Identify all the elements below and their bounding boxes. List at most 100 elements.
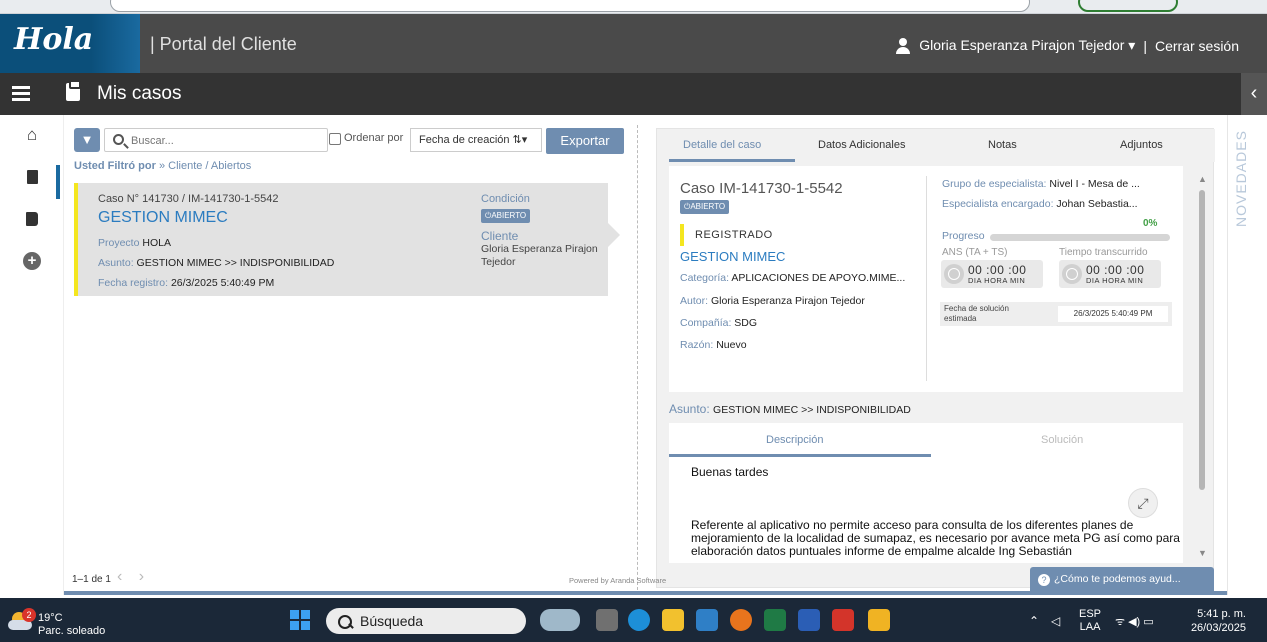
case-detail-panel: Detalle del caso Datos Adicionales Notas…: [656, 128, 1215, 588]
taskbar-search[interactable]: Búsqueda: [326, 608, 526, 634]
portal-title: | Portal del Cliente: [150, 34, 297, 54]
section-bar: Mis casos ‹: [0, 73, 1267, 115]
status-badge: ⏻ABIERTO: [481, 209, 531, 223]
tab-descripcion[interactable]: Descripción: [766, 434, 823, 446]
detail-tabs: Detalle del caso Datos Adicionales Notas…: [657, 129, 1215, 162]
app-header: Hola | Portal del Cliente Gloria Esperan…: [0, 14, 1267, 73]
cases-list-panel: ▼ Ordenar por Fecha de creación ⇅▾ Expor…: [64, 115, 636, 595]
store-icon[interactable]: [662, 609, 684, 631]
filter-button[interactable]: ▼: [74, 128, 100, 152]
progress-percent: 0%: [1143, 218, 1158, 229]
home-icon[interactable]: ⌂: [22, 125, 42, 145]
collapse-panel-button[interactable]: ‹: [1241, 73, 1267, 115]
elapsed-units: DIA HORA MIN: [1086, 276, 1144, 285]
clock-icon: [944, 264, 964, 284]
estimated-solution: Fecha de solución estimada 26/3/2025 5:4…: [940, 302, 1172, 326]
elapsed-timer: 00 :00 :00 DIA HORA MIN: [1059, 260, 1161, 288]
description-greeting: Buenas tardes: [691, 465, 769, 479]
panel-divider: [637, 125, 638, 590]
tab-datos-adicionales[interactable]: Datos Adicionales: [818, 139, 905, 151]
case-card[interactable]: Caso N° 141730 / IM-141730-1-5542 GESTIO…: [74, 183, 620, 296]
case-project: Proyecto HOLA: [98, 237, 171, 249]
book-icon[interactable]: [22, 209, 42, 229]
est-value: 26/3/2025 5:40:49 PM: [1058, 306, 1168, 322]
clipboard-icon: [66, 80, 81, 101]
detail-scrollbar[interactable]: ▲ ▼: [1197, 174, 1207, 559]
weather-widget[interactable]: 19°C Parc. soleado: [38, 612, 105, 638]
excel-icon[interactable]: [764, 609, 786, 631]
user-icon: [895, 37, 911, 54]
windows-start-icon[interactable]: [290, 610, 310, 630]
filter-value[interactable]: » Cliente / Abiertos: [156, 160, 251, 172]
case-subject: Asunto: GESTION MIMEC >> INDISPONIBILIDA…: [98, 257, 335, 269]
pager-text: 1–1 de 1: [72, 574, 111, 585]
tab-notas[interactable]: Notas: [988, 139, 1017, 151]
progress-label: Progreso: [942, 230, 985, 242]
order-select[interactable]: Fecha de creación ⇅▾: [410, 128, 542, 152]
clock[interactable]: 5:41 p. m. 26/03/2025: [1182, 607, 1246, 635]
clock-date: 26/03/2025: [1190, 622, 1246, 634]
condition-label: Condición: [481, 193, 530, 205]
scroll-thumb[interactable]: [1199, 190, 1205, 490]
cases-clipboard-icon[interactable]: [22, 167, 42, 187]
news-sidebar[interactable]: NOVEDADES: [1227, 115, 1267, 595]
tab-detalle[interactable]: Detalle del caso: [683, 139, 761, 151]
network-volume-battery-icon[interactable]: ᯤ ◀) ▭: [1115, 614, 1154, 629]
location-icon[interactable]: ◁: [1051, 614, 1060, 628]
category: Categoría: APLICACIONES DE APOYO.MIME...: [680, 272, 906, 284]
tab-adjuntos[interactable]: Adjuntos: [1120, 139, 1163, 151]
word-icon[interactable]: [798, 609, 820, 631]
outlook-icon[interactable]: [696, 609, 718, 631]
tray-chevron-icon[interactable]: ⌃: [1029, 614, 1039, 628]
ans-timer: 00 :00 :00 DIA HORA MIN: [941, 260, 1043, 288]
file-explorer-icon[interactable]: [868, 609, 890, 631]
expand-icon[interactable]: ⤢: [1128, 488, 1158, 518]
client-label: Cliente: [481, 229, 519, 243]
address-bar[interactable]: [110, 0, 1030, 12]
column-divider: [926, 176, 927, 381]
chrome-icon[interactable]: [730, 609, 752, 631]
scroll-up-icon[interactable]: ▲: [1198, 174, 1207, 184]
edge-icon[interactable]: [628, 609, 650, 631]
logo[interactable]: Hola: [0, 14, 140, 73]
search-field[interactable]: [104, 128, 328, 152]
case-name: GESTION MIMEC: [680, 249, 786, 264]
novedades-label: NOVEDADES: [1233, 130, 1249, 227]
company: Compañía: SDG: [680, 317, 758, 329]
desc-tab-underline: [669, 454, 931, 457]
logout-link[interactable]: Cerrar sesión: [1155, 38, 1239, 54]
description-box: Descripción Solución Buenas tardes Refer…: [669, 423, 1183, 563]
tab-solucion[interactable]: Solución: [1041, 434, 1083, 446]
order-label: Ordenar por: [344, 132, 404, 144]
status-text: REGISTRADO: [695, 229, 773, 241]
add-circle-icon[interactable]: +: [22, 251, 42, 271]
user-name-dropdown[interactable]: Gloria Esperanza Pirajon Tejedor ▾: [919, 37, 1135, 54]
export-button[interactable]: Exportar: [546, 128, 624, 154]
acrobat-icon[interactable]: [832, 609, 854, 631]
ans-label: ANS (TA + TS): [942, 247, 1008, 258]
menu-icon[interactable]: [12, 86, 30, 102]
separator: |: [1143, 37, 1147, 54]
description-tabs: Descripción Solución: [669, 423, 1183, 457]
help-chat-button[interactable]: ? ¿Cómo te podemos ayud...: [1030, 567, 1214, 591]
est-label: Fecha de solución estimada: [944, 304, 1009, 323]
task-view-icon[interactable]: [596, 609, 618, 631]
search-input[interactable]: [131, 132, 321, 149]
scroll-down-icon[interactable]: ▼: [1198, 548, 1207, 558]
pager-arrows[interactable]: ‹ ›: [117, 568, 150, 586]
widget-icon[interactable]: [540, 609, 580, 631]
logo-text: Hola: [14, 22, 94, 57]
weather-temp: 19°C: [38, 612, 63, 624]
specialist-assigned: Especialista encargado: Johan Sebastia..…: [942, 198, 1138, 210]
weather-desc: Parc. soleado: [38, 625, 106, 637]
browser-profile-button[interactable]: [1078, 0, 1178, 12]
notification-badge: 2: [22, 608, 36, 622]
specialist-group: Grupo de especialista: Nivel I - Mesa de…: [942, 178, 1140, 190]
language-indicator[interactable]: ESP LAA: [1079, 608, 1101, 634]
clock-icon: [1062, 264, 1082, 284]
status-color-bar: [680, 224, 684, 246]
case-info-box: Caso IM-141730-1-5542 ⏻ABIERTO REGISTRAD…: [669, 166, 1183, 392]
order-checkbox[interactable]: [329, 133, 341, 145]
windows-taskbar: 2 19°C Parc. soleado Búsqueda ⌃ ◁ ESP LAA…: [0, 598, 1267, 642]
filter-summary: Usted Filtró por » Cliente / Abiertos: [74, 160, 251, 172]
